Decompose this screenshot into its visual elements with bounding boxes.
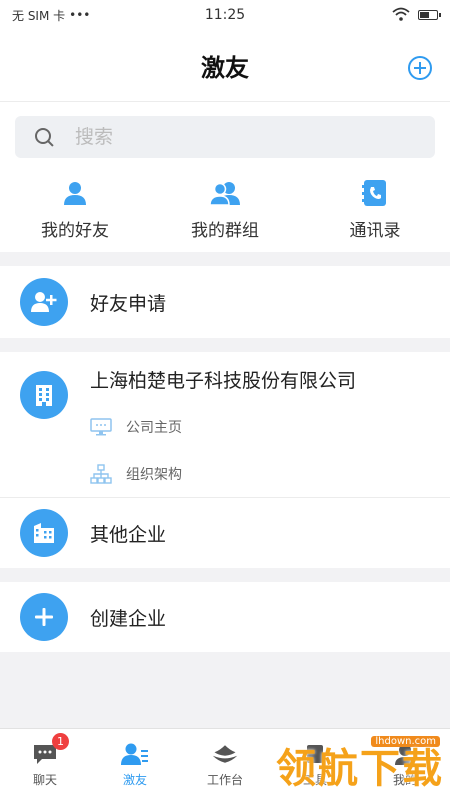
search-icon	[35, 128, 53, 146]
signal-dots: •••	[69, 8, 91, 22]
me-icon	[391, 742, 419, 766]
org-chart-icon	[90, 463, 112, 484]
contacts-icon	[121, 742, 149, 766]
add-button[interactable]	[408, 56, 432, 80]
org-structure-item[interactable]: 组织架构	[90, 450, 380, 497]
chat-badge: 1	[52, 732, 69, 750]
section-gap	[0, 252, 450, 266]
tab-me-label: 我的	[392, 772, 417, 787]
header: 激友	[0, 30, 450, 102]
buildings-icon	[20, 509, 68, 557]
create-enterprise-label: 创建企业	[90, 607, 167, 630]
tab-contacts-label: 激友	[122, 772, 147, 787]
tool-icon	[301, 742, 329, 766]
create-enterprise-row[interactable]: 创建企业	[0, 582, 450, 652]
workbench-icon	[211, 742, 239, 766]
friend-request-row[interactable]: 好友申请	[0, 266, 450, 338]
search-section	[0, 102, 450, 166]
tab-workbench-label: 工作台	[206, 772, 243, 787]
tab-workbench[interactable]: 工作台	[180, 729, 270, 800]
page-title: 激友	[201, 54, 249, 82]
search-box[interactable]	[15, 116, 435, 158]
tab-contacts[interactable]: 激友	[90, 729, 180, 800]
other-enterprise-label: 其他企业	[90, 523, 167, 546]
battery-icon	[418, 10, 441, 20]
company-homepage-item[interactable]: 公司主页	[90, 403, 380, 450]
tab-chat[interactable]: 1 聊天	[0, 729, 90, 800]
address-book-button[interactable]: 通讯录	[300, 172, 450, 246]
section-gap	[0, 338, 450, 352]
section-gap	[0, 568, 450, 582]
plus-icon	[20, 593, 68, 641]
add-person-icon	[20, 278, 68, 326]
friend-request-label: 好友申请	[90, 292, 167, 315]
address-book-label: 通讯录	[349, 221, 401, 241]
company-homepage-label: 公司主页	[126, 419, 182, 436]
status-right	[392, 7, 441, 24]
my-groups-label: 我的群组	[191, 221, 259, 241]
status-left: 无 SIM 卡 •••	[12, 7, 90, 24]
search-input[interactable]	[75, 126, 375, 148]
tab-chat-label: 聊天	[32, 772, 57, 787]
tab-me[interactable]: 我的	[360, 729, 450, 800]
org-structure-label: 组织架构	[126, 466, 182, 483]
status-bar: 无 SIM 卡 ••• 11:25	[0, 0, 450, 30]
building-icon	[20, 371, 68, 419]
chat-icon: 1	[31, 732, 69, 766]
bottom-tab-bar: 1 聊天 激友 工作台 工具 我的	[0, 728, 450, 800]
my-friends-label: 我的好友	[41, 221, 109, 241]
monitor-icon	[90, 417, 112, 437]
company-section: 上海柏楚电子科技股份有限公司 公司主页 组织架构	[0, 352, 450, 497]
other-enterprise-row[interactable]: 其他企业	[0, 498, 450, 568]
group-icon	[209, 178, 241, 208]
my-groups-button[interactable]: 我的群组	[150, 172, 300, 246]
carrier-text: 无 SIM 卡	[12, 8, 66, 23]
tab-tools-label: 工具	[302, 772, 327, 787]
company-name[interactable]: 上海柏楚电子科技股份有限公司	[90, 366, 380, 397]
phone-book-icon	[359, 178, 391, 208]
quick-actions: 我的好友 我的群组 通讯录	[0, 166, 450, 252]
my-friends-button[interactable]: 我的好友	[0, 172, 150, 246]
tab-tools[interactable]: 工具	[270, 729, 360, 800]
wifi-icon	[392, 7, 410, 24]
company-main: 上海柏楚电子科技股份有限公司 公司主页 组织架构	[90, 366, 380, 497]
person-icon	[59, 178, 91, 208]
